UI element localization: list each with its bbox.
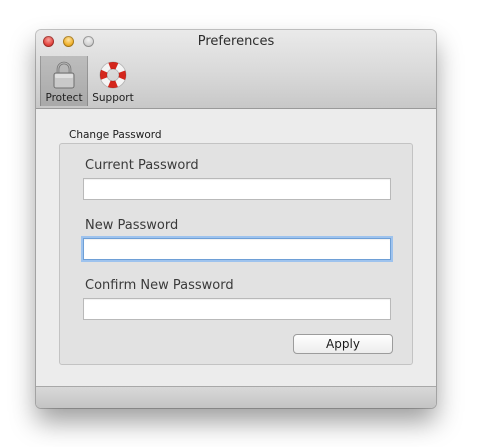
current-password-label: Current Password	[85, 158, 199, 173]
padlock-icon	[52, 61, 76, 92]
window-bottom-bar	[36, 386, 436, 408]
toolbar-item-label: Protect	[45, 92, 83, 104]
toolbar-item-label: Support	[92, 92, 134, 104]
desktop: Preferences Protect Support Change Passw…	[0, 0, 486, 447]
apply-button[interactable]: Apply	[293, 334, 393, 354]
toolbar-item-support[interactable]: Support	[90, 56, 136, 106]
confirm-new-password-label: Confirm New Password	[85, 278, 234, 293]
confirm-new-password-field[interactable]	[83, 298, 391, 320]
new-password-label: New Password	[85, 218, 179, 233]
current-password-field[interactable]	[83, 178, 391, 200]
lifebuoy-icon	[99, 61, 127, 92]
window-title: Preferences	[197, 34, 275, 49]
toolbar-item-protect[interactable]: Protect	[40, 56, 88, 106]
new-password-field[interactable]	[83, 238, 391, 260]
window-titlebar: Preferences Protect Support	[36, 30, 436, 109]
preferences-window: Preferences Protect Support Change Passw…	[36, 30, 436, 408]
change-password-group-label: Change Password	[69, 129, 162, 141]
